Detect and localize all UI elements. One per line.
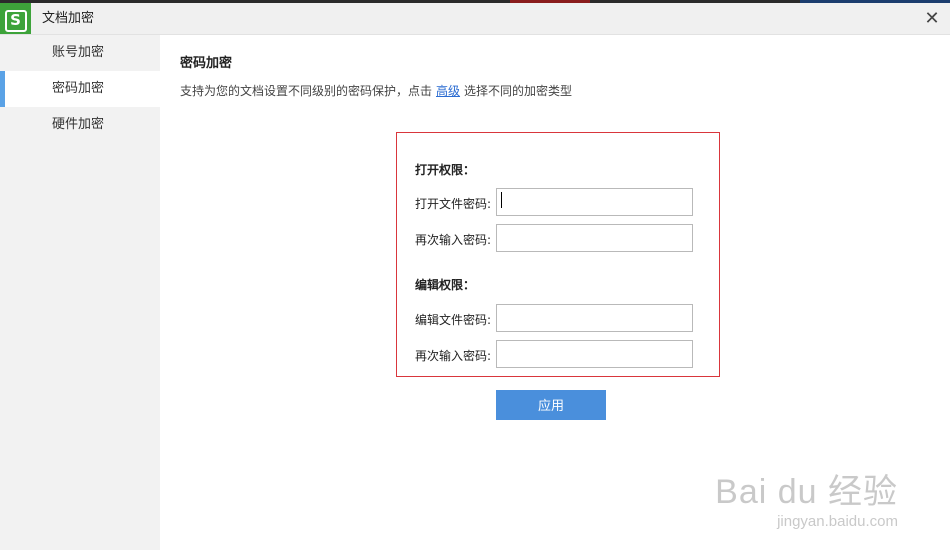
text-cursor [501, 192, 502, 208]
edit-password-confirm-label: 再次输入密码: [415, 349, 492, 363]
watermark-logo: Bai du 经验 [715, 473, 898, 511]
open-permission-heading: 打开权限： [415, 163, 476, 177]
edit-password-label: 编辑文件密码: [415, 313, 492, 327]
page-title: 密码加密 [180, 56, 233, 71]
edit-password-input[interactable] [496, 304, 693, 332]
sidebar: 账号加密 密码加密 硬件加密 [0, 35, 160, 550]
sidebar-item-password-encryption[interactable]: 密码加密 [0, 71, 160, 107]
sidebar-item-account-encryption[interactable]: 账号加密 [0, 35, 160, 71]
edit-permission-heading: 编辑权限： [415, 278, 476, 292]
open-password-confirm-input[interactable] [496, 224, 693, 252]
open-password-label: 打开文件密码: [415, 197, 492, 211]
open-password-input[interactable] [496, 188, 693, 216]
app-logo-icon: S [0, 3, 31, 34]
sidebar-item-hardware-encryption[interactable]: 硬件加密 [0, 107, 160, 143]
apply-button[interactable]: 应用 [496, 390, 606, 420]
edit-password-confirm-input[interactable] [496, 340, 693, 368]
app-logo-glyph: S [4, 10, 27, 32]
open-password-confirm-label: 再次输入密码: [415, 233, 492, 247]
description-text-tail: 选择不同的加密类型 [464, 84, 573, 98]
watermark: Bai du 经验 jingyan.baidu.com [715, 464, 898, 530]
description: 支持为您的文档设置不同级别的密码保护，点击 高级 选择不同的加密类型 [180, 82, 572, 99]
description-text: 支持为您的文档设置不同级别的密码保护，点击 [180, 84, 433, 98]
window-title: 文档加密 [42, 11, 95, 26]
password-settings-box: 打开权限： 打开文件密码: 再次输入密码: 编辑权限： 编辑文件密码: 再次输入… [396, 132, 720, 377]
advanced-link[interactable]: 高级 [436, 84, 460, 98]
close-icon[interactable]: ✕ [922, 3, 942, 34]
title-bar: S 文档加密 ✕ [0, 3, 950, 35]
watermark-url: jingyan.baidu.com [777, 513, 898, 530]
